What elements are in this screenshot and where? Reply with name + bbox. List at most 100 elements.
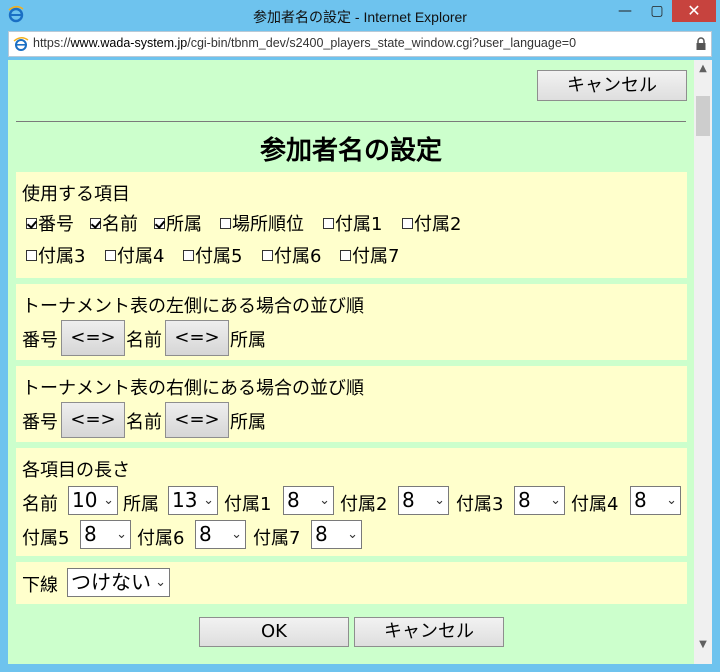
length-label: 付属5 — [22, 528, 70, 549]
underline-select[interactable]: つけない ⌄ — [67, 568, 170, 597]
url-prefix: https:// — [33, 36, 71, 50]
select-value: つけない — [71, 570, 151, 594]
checkbox-name[interactable] — [90, 218, 101, 229]
length-select-attr1[interactable]: 8 ⌄ — [283, 486, 334, 515]
checkbox-label: 付属7 — [352, 246, 400, 267]
chevron-down-icon: ⌄ — [155, 575, 166, 590]
checkbox-attr4[interactable] — [105, 250, 116, 261]
browser-window: 参加者名の設定 - Internet Explorer — ▢ ✕ https:… — [0, 0, 720, 672]
checkbox-label: 付属1 — [335, 214, 383, 235]
items-title: 使用する項目 — [22, 184, 130, 205]
length-label: 付属1 — [224, 494, 272, 515]
length-select-affiliation[interactable]: 13 ⌄ — [168, 486, 218, 515]
length-label: 付属3 — [456, 494, 504, 515]
lengths-panel: 各項目の長さ 名前 10 ⌄ 所属 13 ⌄ 付属1 8 ⌄ 付属2 8 ⌄ 付属3 8… — [16, 448, 687, 556]
select-value: 8 — [315, 522, 328, 546]
vertical-scrollbar[interactable]: ▲ ▼ — [694, 60, 712, 664]
left-order-panel: トーナメント表の左側にある場合の並び順 番号 <=> 名前 <=> 所属 — [16, 284, 687, 360]
checkbox-number[interactable] — [26, 218, 37, 229]
underline-panel: 下線 つけない ⌄ — [16, 562, 687, 604]
maximize-button[interactable]: ▢ — [642, 0, 672, 22]
length-select-attr3[interactable]: 8 ⌄ — [514, 486, 565, 515]
chevron-down-icon: ⌄ — [347, 527, 358, 542]
checkbox-label: 付属3 — [38, 246, 86, 267]
right-order-panel: トーナメント表の右側にある場合の並び順 番号 <=> 名前 <=> 所属 — [16, 366, 687, 442]
order-item: 所属 — [230, 330, 266, 351]
checkbox-label: 所属 — [166, 214, 202, 235]
checkbox-label: 付属2 — [414, 214, 462, 235]
length-label: 名前 — [22, 494, 58, 515]
length-label: 所属 — [123, 494, 159, 515]
checkbox-label: 付属5 — [195, 246, 243, 267]
chevron-down-icon: ⌄ — [666, 493, 677, 508]
select-value: 8 — [199, 522, 212, 546]
select-value: 8 — [518, 488, 531, 512]
checkbox-attr2[interactable] — [402, 218, 413, 229]
order-item: 番号 — [22, 412, 58, 433]
checkbox-label: 番号 — [38, 214, 74, 235]
lock-icon — [696, 37, 706, 50]
page-icon — [13, 37, 29, 51]
chevron-down-icon: ⌄ — [434, 493, 445, 508]
underline-label: 下線 — [22, 575, 58, 596]
length-select-attr4[interactable]: 8 ⌄ — [630, 486, 681, 515]
checkbox-place-rank[interactable] — [220, 218, 231, 229]
close-button[interactable]: ✕ — [672, 0, 716, 22]
chevron-down-icon: ⌄ — [550, 493, 561, 508]
scroll-up-icon[interactable]: ▲ — [694, 60, 712, 78]
checkbox-attr7[interactable] — [340, 250, 351, 261]
items-panel: 使用する項目 番号 名前 所属 場所順位 付属1 付属2 付属3 付属4 付属5… — [16, 172, 687, 278]
checkbox-affiliation[interactable] — [154, 218, 165, 229]
checkbox-attr6[interactable] — [262, 250, 273, 261]
length-select-attr6[interactable]: 8 ⌄ — [195, 520, 246, 549]
length-select-attr5[interactable]: 8 ⌄ — [80, 520, 131, 549]
right-swap-button-1[interactable]: <=> — [61, 402, 125, 438]
chevron-down-icon: ⌄ — [231, 527, 242, 542]
left-swap-button-2[interactable]: <=> — [165, 320, 229, 356]
order-item: 番号 — [22, 330, 58, 351]
length-label: 付属2 — [340, 494, 388, 515]
checkbox-attr5[interactable] — [183, 250, 194, 261]
page-content: キャンセル 参加者名の設定 使用する項目 番号 名前 所属 場所順位 付属1 付… — [8, 60, 694, 664]
bottom-cancel-button[interactable]: キャンセル — [354, 617, 504, 647]
url-host: www.wada-system.jp — [70, 36, 188, 50]
select-value: 13 — [172, 488, 198, 512]
select-value: 8 — [287, 488, 300, 512]
title-bar: 参加者名の設定 - Internet Explorer — ▢ ✕ — [0, 0, 720, 31]
select-value: 10 — [72, 488, 98, 512]
lengths-title: 各項目の長さ — [22, 460, 130, 481]
select-value: 8 — [402, 488, 415, 512]
top-cancel-button[interactable]: キャンセル — [537, 70, 687, 101]
length-label: 付属4 — [571, 494, 619, 515]
length-select-name[interactable]: 10 ⌄ — [68, 486, 118, 515]
order-item: 名前 — [126, 412, 162, 433]
scroll-thumb[interactable] — [696, 96, 710, 136]
checkbox-label: 場所順位 — [232, 214, 304, 235]
checkbox-attr3[interactable] — [26, 250, 37, 261]
chevron-down-icon: ⌄ — [103, 493, 114, 508]
select-value: 8 — [634, 488, 647, 512]
left-order-title: トーナメント表の左側にある場合の並び順 — [22, 296, 364, 317]
url-text: https://www.wada-system.jp/cgi-bin/tbnm_… — [33, 36, 576, 50]
ok-button[interactable]: OK — [199, 617, 349, 647]
chevron-down-icon: ⌄ — [319, 493, 330, 508]
checkbox-label: 名前 — [102, 214, 138, 235]
length-select-attr7[interactable]: 8 ⌄ — [311, 520, 362, 549]
checkbox-label: 付属4 — [117, 246, 165, 267]
length-label: 付属6 — [137, 528, 185, 549]
address-bar[interactable]: https://www.wada-system.jp/cgi-bin/tbnm_… — [8, 31, 712, 57]
divider — [16, 121, 686, 122]
scroll-down-icon[interactable]: ▼ — [694, 636, 712, 654]
left-swap-button-1[interactable]: <=> — [61, 320, 125, 356]
select-value: 8 — [84, 522, 97, 546]
right-order-title: トーナメント表の右側にある場合の並び順 — [22, 378, 364, 399]
length-select-attr2[interactable]: 8 ⌄ — [398, 486, 449, 515]
order-item: 名前 — [126, 330, 162, 351]
minimize-button[interactable]: — — [608, 0, 642, 22]
checkbox-label: 付属6 — [274, 246, 322, 267]
length-label: 付属7 — [253, 528, 301, 549]
checkbox-attr1[interactable] — [323, 218, 334, 229]
right-swap-button-2[interactable]: <=> — [165, 402, 229, 438]
order-item: 所属 — [230, 412, 266, 433]
url-path: /cgi-bin/tbnm_dev/s2400_players_state_wi… — [187, 36, 577, 50]
